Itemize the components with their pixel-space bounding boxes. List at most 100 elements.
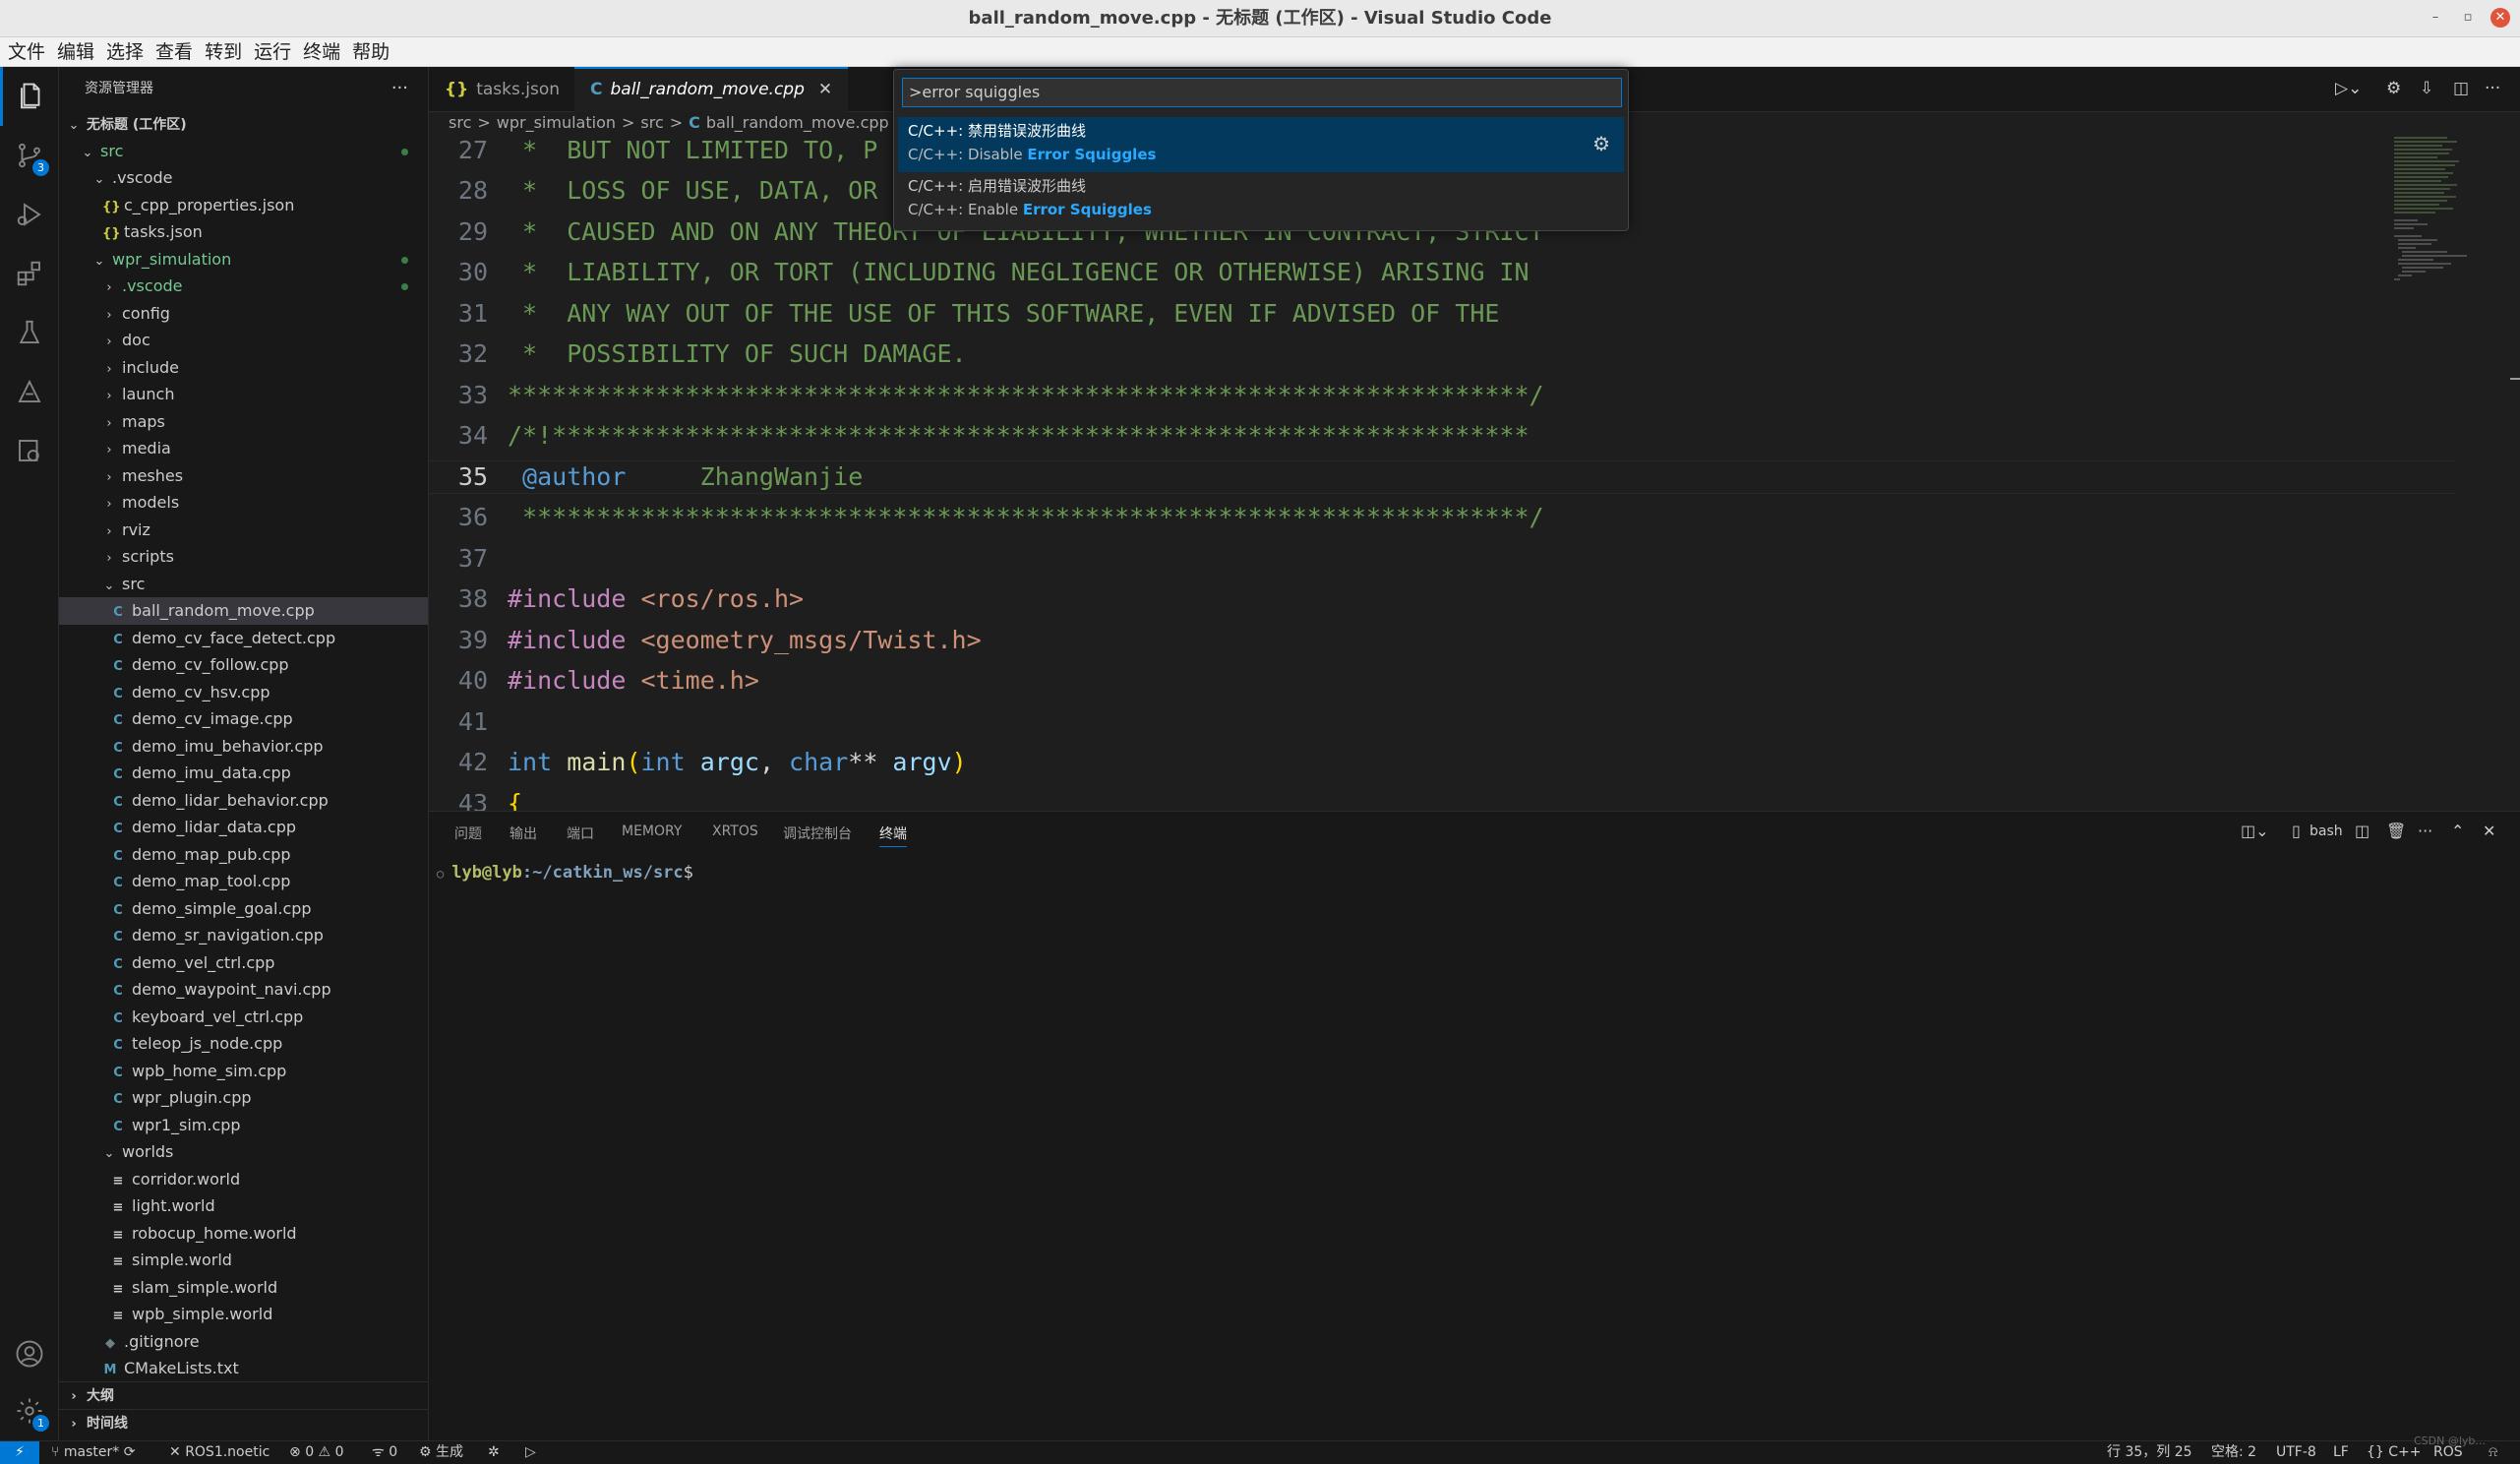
tree-file[interactable]: ≡ slam_simple.world (59, 1274, 428, 1302)
menu-run[interactable]: 运行 (248, 37, 297, 67)
end-of-line[interactable]: LF (2333, 1441, 2349, 1464)
tree-file[interactable]: Cdemo_cv_follow.cpp (59, 651, 428, 679)
tree-file[interactable]: Cdemo_cv_image.cpp (59, 705, 428, 733)
palette-item-enable-squiggles[interactable]: C/C++: 启用错误波形曲线 C/C++: Enable Error Squi… (898, 172, 1624, 227)
workspace-root[interactable]: ⌄ 无标题 (工作区) (59, 110, 428, 138)
close-tab-icon[interactable]: ✕ (818, 80, 832, 99)
ros-distro[interactable]: ✕ ROS1.noetic (169, 1441, 270, 1464)
maximize-button[interactable]: ▫ (2458, 8, 2478, 28)
code-line[interactable]: 40 #include <time.h> (429, 664, 2455, 698)
minimap[interactable] (2388, 134, 2506, 811)
editor-scrollbar[interactable] (2506, 134, 2520, 811)
kill-terminal-trash-icon[interactable]: 🗑 (2386, 822, 2406, 840)
tree-file[interactable]: ≡ wpb_simple.world (59, 1301, 428, 1328)
tree-file[interactable]: {} c_cpp_properties.json (59, 192, 428, 219)
tree-folder[interactable]: ⌄ .vscode (59, 164, 428, 192)
breadcrumb-item[interactable]: src (449, 113, 471, 132)
menu-terminal[interactable]: 终端 (297, 37, 346, 67)
settings-gear-icon[interactable]: ⚙ (2386, 79, 2401, 98)
panel-tab-memory[interactable]: MEMORY (622, 824, 682, 847)
code-line[interactable]: 39 #include <geometry_msgs/Twist.h> (429, 624, 2455, 657)
tree-file[interactable]: Cwpr_plugin.cpp (59, 1084, 428, 1112)
tree-file[interactable]: ◆ .gitignore (59, 1328, 428, 1356)
code-line[interactable]: 36 *************************************… (429, 501, 2455, 534)
code-line[interactable]: 35 @author ZhangWanjie (429, 460, 2455, 494)
tree-folder[interactable]: › include (59, 354, 428, 382)
run-icon[interactable]: ▷ (525, 1441, 536, 1464)
menu-go[interactable]: 转到 (199, 37, 248, 67)
run-debug-icon[interactable] (0, 185, 59, 244)
terminal-shell-icon[interactable]: ▯ (2292, 822, 2301, 840)
close-panel-icon[interactable]: ✕ (2483, 822, 2495, 840)
split-editor-icon[interactable]: ◫ (2453, 79, 2469, 98)
tree-file[interactable]: Cdemo_imu_behavior.cpp (59, 733, 428, 761)
code-line[interactable]: 31 * ANY WAY OUT OF THE USE OF THIS SOFT… (429, 297, 2455, 331)
cursor-position[interactable]: 行 35，列 25 (2107, 1441, 2192, 1464)
editor-more-icon[interactable]: ··· (2485, 79, 2500, 98)
tree-file[interactable]: ≡ light.world (59, 1192, 428, 1220)
outline-section[interactable]: › 大纲 (59, 1381, 428, 1409)
debug-icon[interactable]: ✲ (488, 1441, 500, 1464)
tree-folder[interactable]: › launch (59, 381, 428, 408)
breadcrumb-item[interactable]: wpr_simulation (497, 113, 616, 132)
explorer-icon[interactable] (0, 67, 59, 126)
tree-folder[interactable]: › media (59, 435, 428, 462)
save-all-icon[interactable]: ⇩ (2420, 79, 2433, 98)
new-terminal-split-icon[interactable]: ◫⌄ (2241, 822, 2269, 840)
menu-edit[interactable]: 编辑 (51, 37, 100, 67)
git-branch[interactable]: ⑂ master* ⟳ (51, 1441, 135, 1464)
tree-file[interactable]: Cdemo_sr_navigation.cpp (59, 922, 428, 949)
tree-file[interactable]: ≡ robocup_home.world (59, 1220, 428, 1248)
code-line[interactable]: 41 (429, 705, 2455, 739)
tree-file[interactable]: Cdemo_lidar_behavior.cpp (59, 787, 428, 815)
minimize-button[interactable]: – (2426, 8, 2445, 28)
tree-folder[interactable]: ⌄ src (59, 138, 428, 165)
tree-file[interactable]: Cwpb_home_sim.cpp (59, 1058, 428, 1085)
split-terminal-icon[interactable]: ◫ (2355, 822, 2370, 840)
remote-indicator-icon[interactable]: ⚡ (0, 1441, 39, 1464)
remote-explorer-icon[interactable] (0, 362, 59, 421)
code-line[interactable]: 32 * POSSIBILITY OF SUCH DAMAGE. (429, 337, 2455, 371)
ports-count[interactable]: ᯤ 0 (372, 1441, 397, 1464)
build-button[interactable]: ⚙ 生成 (419, 1441, 463, 1464)
panel-tab-problems[interactable]: 问题 (454, 824, 482, 847)
problems-count[interactable]: ⊗ 0 ⚠ 0 (289, 1441, 343, 1464)
tree-file[interactable]: Cdemo_cv_face_detect.cpp (59, 625, 428, 652)
code-line[interactable]: 33 **************************************… (429, 379, 2455, 412)
encoding[interactable]: UTF-8 (2276, 1441, 2316, 1464)
maximize-panel-icon[interactable]: ⌃ (2451, 822, 2464, 840)
panel-tab-xrtos[interactable]: XRTOS (712, 824, 758, 847)
timeline-section[interactable]: › 时间线 (59, 1409, 428, 1436)
tree-file[interactable]: Cdemo_cv_hsv.cpp (59, 679, 428, 706)
tree-file[interactable]: Cdemo_map_pub.cpp (59, 841, 428, 869)
tree-file[interactable]: Cdemo_simple_goal.cpp (59, 895, 428, 923)
more-actions-icon[interactable]: ··· (391, 67, 408, 110)
panel-tab-ports[interactable]: 端口 (567, 824, 594, 847)
code-line[interactable]: 37 (429, 542, 2455, 576)
source-control-icon[interactable]: 3 (0, 126, 59, 185)
panel-tab-output[interactable]: 输出 (510, 824, 537, 847)
tree-file[interactable]: ≡ corridor.world (59, 1166, 428, 1193)
tree-file[interactable]: Cdemo_map_tool.cpp (59, 868, 428, 895)
tree-folder[interactable]: ⌄ worlds (59, 1138, 428, 1166)
terminal-output[interactable]: ○ lyb@lyb:~/catkin_ws/src$ (437, 861, 693, 885)
palette-item-disable-squiggles[interactable]: C/C++: 禁用错误波形曲线 C/C++: Disable Error Squ… (898, 117, 1624, 172)
tree-folder[interactable]: › .vscode (59, 273, 428, 300)
panel-tab-debug-console[interactable]: 调试控制台 (783, 824, 852, 847)
terminal-more-icon[interactable]: ··· (2418, 822, 2432, 840)
tree-folder[interactable]: › models (59, 489, 428, 517)
tree-file[interactable]: Cdemo_vel_ctrl.cpp (59, 949, 428, 977)
breadcrumb-item[interactable]: ball_random_move.cpp (706, 113, 889, 132)
notifications-bell-icon[interactable]: ⍾ (2489, 1441, 2497, 1464)
manage-gear-icon[interactable]: 1 (0, 1381, 59, 1440)
account-icon[interactable] (0, 1324, 59, 1383)
code-line[interactable]: 42 int main(int argc, char** argv) (429, 746, 2455, 779)
code-line[interactable]: 43 { (429, 787, 2455, 812)
tree-folder[interactable]: › rviz (59, 517, 428, 544)
tree-folder[interactable]: ⌄ wpr_simulation (59, 246, 428, 274)
indentation[interactable]: 空格: 2 (2211, 1441, 2256, 1464)
command-palette-input[interactable]: >error squiggles (902, 78, 1622, 107)
run-code-icon[interactable]: ▷⌄ (2335, 79, 2362, 98)
tree-file[interactable]: Cwpr1_sim.cpp (59, 1112, 428, 1139)
code-line[interactable]: 38 #include <ros/ros.h> (429, 582, 2455, 616)
